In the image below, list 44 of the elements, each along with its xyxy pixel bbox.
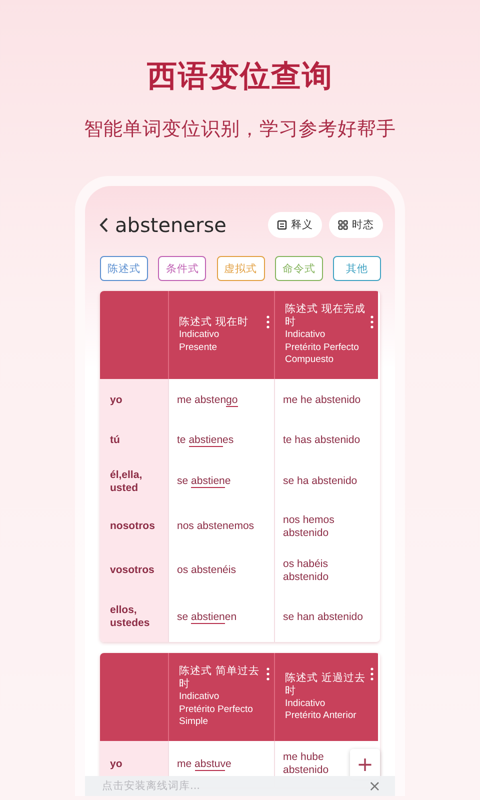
- verb-form: os habéis abstenido: [283, 558, 330, 584]
- verb-form: os abstenéis: [177, 564, 236, 577]
- document-icon: [277, 220, 287, 230]
- mood-tab[interactable]: 虚拟式: [216, 256, 264, 281]
- tense-header: 陈述式 近過过去时 Indicativo Pretérito Anterior: [285, 672, 366, 722]
- mood-tab[interactable]: 命令式: [274, 256, 323, 281]
- verb-form: nos hemos abstenido: [283, 514, 336, 540]
- tense-header: 陈述式 现在完成时 Indicativo Pretérito Perfecto Compuesto: [285, 303, 366, 367]
- install-banner[interactable]: 点击安装离线词库... ×: [85, 776, 395, 796]
- verb-form: me abstuve: [177, 758, 232, 770]
- add-button[interactable]: +: [350, 749, 380, 779]
- verb-form: me he abstenido: [283, 394, 361, 407]
- more-icon[interactable]: [370, 315, 374, 329]
- pronoun-cell: ellos, ustedes: [100, 592, 168, 642]
- verb-form: se han abstenido: [283, 610, 363, 624]
- pronoun-cell: tú: [100, 422, 168, 459]
- verb-form: nos abstenemos: [177, 520, 254, 533]
- verb-title: abstenerse: [115, 213, 228, 237]
- more-icon[interactable]: [266, 667, 270, 681]
- pronoun-cell: vosotros: [100, 549, 168, 592]
- grid-icon: [338, 220, 348, 230]
- tenses-button[interactable]: 时态: [329, 212, 383, 238]
- mood-tab[interactable]: 陈述式: [100, 256, 148, 281]
- pronoun-cell: nosotros: [100, 504, 168, 549]
- mood-tab[interactable]: 其他: [333, 256, 381, 281]
- verb-form: se ha abstenido: [283, 475, 358, 488]
- verb-form: se abstienen: [177, 610, 237, 624]
- verb-form: me abstengo: [177, 394, 238, 407]
- definition-button[interactable]: 释义: [268, 212, 322, 238]
- more-icon[interactable]: [370, 667, 374, 681]
- tense-header: 陈述式 现在时 Indicativo Presente: [179, 316, 250, 354]
- verb-form: te abstienes: [177, 434, 234, 447]
- verb-form: me hube abstenido: [283, 751, 330, 777]
- tense-header: 陈述式 简单过去时 Indicativo Pretérito Perfecto Simple: [179, 665, 260, 729]
- back-icon[interactable]: [99, 217, 109, 233]
- pronoun-cell: yo: [100, 379, 168, 422]
- close-button[interactable]: ×: [368, 777, 381, 795]
- more-icon[interactable]: [266, 315, 270, 329]
- subtitle: 智能单词变位识别，学习参考好帮手: [84, 117, 396, 142]
- pronoun-cell: él,ella, usted: [100, 459, 168, 504]
- verb-form: se abstiene: [177, 475, 231, 488]
- headline: 西语变位查询: [147, 58, 333, 96]
- mood-tab[interactable]: 条件式: [158, 256, 206, 281]
- verb-form: te has abstenido: [283, 434, 360, 447]
